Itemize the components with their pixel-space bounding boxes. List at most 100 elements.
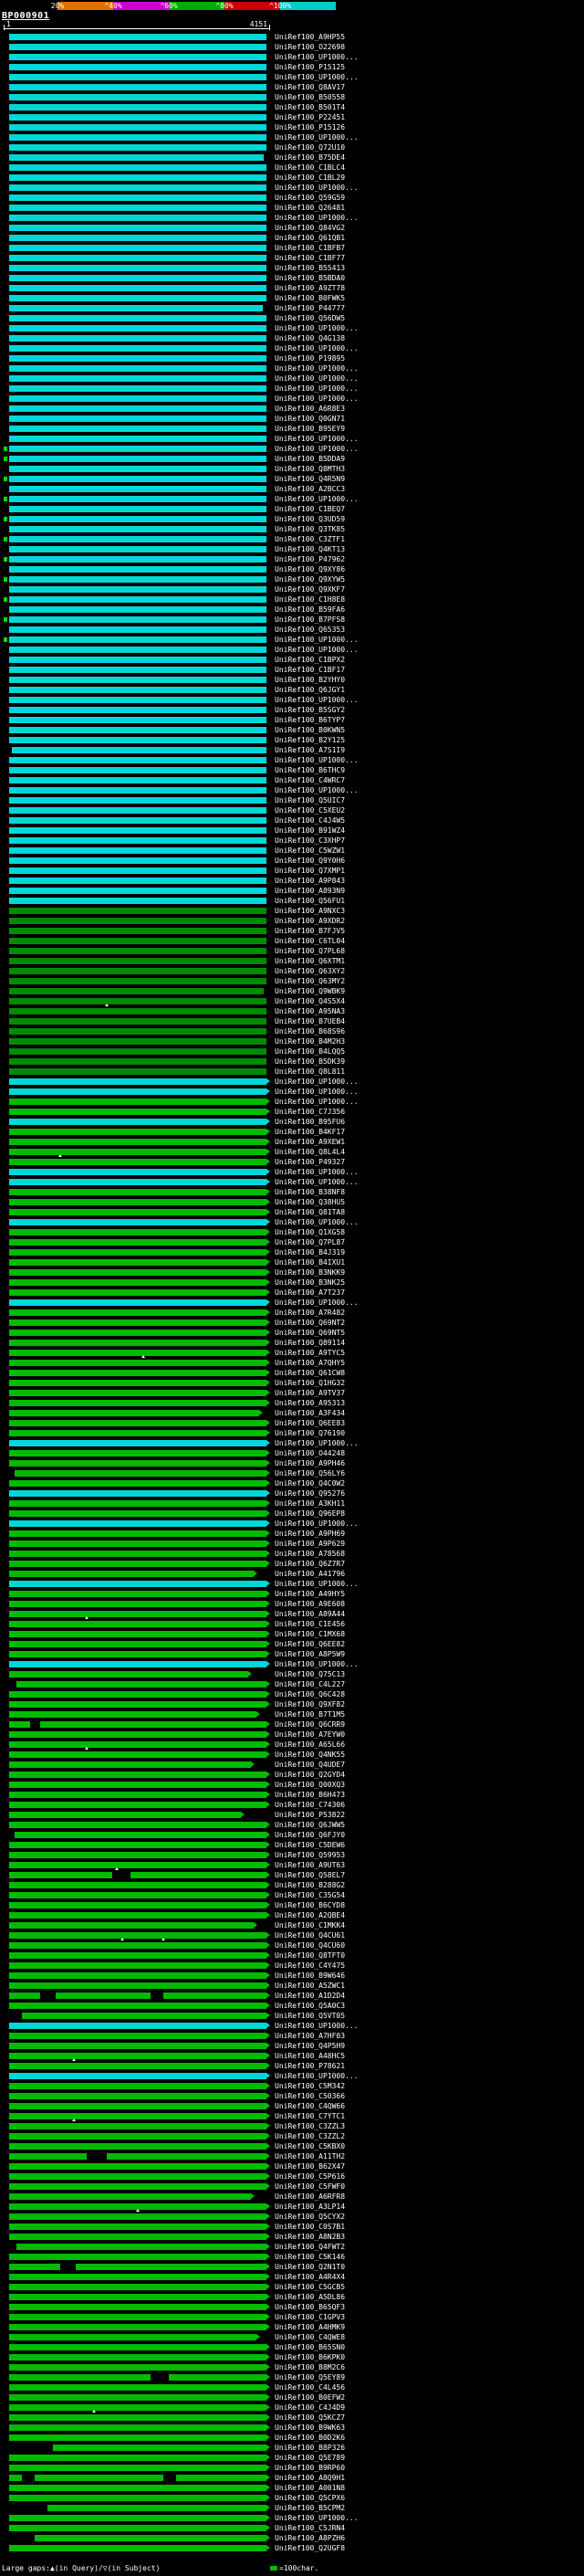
hit-label[interactable]: UniRef100_Q4NK55 <box>270 1750 345 1760</box>
hit-label[interactable]: UniRef100_C1BF17 <box>270 665 345 675</box>
hit-label[interactable]: UniRef100_C1MX68 <box>270 1629 345 1639</box>
alignment-bar[interactable] <box>9 1551 266 1557</box>
hit-label[interactable]: UniRef100_C5K146 <box>270 2252 345 2262</box>
alignment-bar[interactable] <box>9 2183 266 2190</box>
alignment-bar[interactable] <box>9 1782 266 1788</box>
hit-label[interactable]: UniRef100_A9PH69 <box>270 1529 345 1539</box>
hit-label[interactable]: UniRef100_Q9WBK9 <box>270 986 345 996</box>
hit-label[interactable]: UniRef100_P49327 <box>270 1157 345 1167</box>
hit-label[interactable]: UniRef100_C4J4D9 <box>270 2403 345 2413</box>
hit-label[interactable]: UniRef100_C1BF77 <box>270 253 345 263</box>
alignment-bar[interactable] <box>9 436 266 442</box>
alignment-bar[interactable] <box>9 2234 266 2240</box>
alignment-bar[interactable] <box>9 2434 266 2441</box>
alignment-bar[interactable] <box>9 2254 266 2260</box>
alignment-bar[interactable] <box>9 787 266 794</box>
alignment-bar[interactable] <box>163 1992 266 1999</box>
hit-label[interactable]: UniRef100_A41796 <box>270 1569 345 1579</box>
alignment-bar[interactable] <box>9 476 266 482</box>
alignment-bar[interactable] <box>9 164 266 171</box>
hit-label[interactable]: UniRef100_Q6XTM1 <box>270 956 345 966</box>
hit-label[interactable]: UniRef100_C3ZZL3 <box>270 2121 345 2131</box>
hit-label[interactable]: UniRef100_Q00XQ3 <box>270 1780 345 1790</box>
hit-label[interactable]: UniRef100_Q61QB1 <box>270 233 345 243</box>
hit-label[interactable]: UniRef100_C5DEW6 <box>270 1840 345 1850</box>
alignment-bar[interactable] <box>9 426 266 432</box>
hit-label[interactable]: UniRef100_A9TYC5 <box>270 1348 345 1358</box>
alignment-bar[interactable] <box>9 2304 266 2310</box>
hit-label[interactable]: UniRef100_Q4CU61 <box>270 1930 345 1940</box>
hit-label[interactable]: UniRef100_UP1000... <box>270 213 359 223</box>
hit-label[interactable]: UniRef100_Q61CW8 <box>270 1368 345 1378</box>
hit-label[interactable]: UniRef100_A2QBE4 <box>270 1910 345 1920</box>
alignment-bar[interactable] <box>9 667 266 673</box>
hit-label[interactable]: UniRef100_Q8TFT0 <box>270 1950 345 1961</box>
alignment-bar[interactable] <box>9 1741 266 1748</box>
alignment-bar[interactable] <box>9 305 263 311</box>
hit-label[interactable]: UniRef100_A3F434 <box>270 1408 345 1418</box>
alignment-bar[interactable] <box>9 2475 22 2481</box>
alignment-bar[interactable] <box>9 1078 266 1085</box>
hit-label[interactable]: UniRef100_A9UT63 <box>270 1860 345 1870</box>
alignment-bar[interactable] <box>9 847 266 854</box>
alignment-bar[interactable] <box>9 1962 266 1969</box>
hit-label[interactable]: UniRef100_P44777 <box>270 303 345 313</box>
hit-label[interactable]: UniRef100_B59FA6 <box>270 605 345 615</box>
alignment-bar[interactable] <box>9 1490 266 1497</box>
hit-label[interactable]: UniRef100_Q8MTH3 <box>270 464 345 474</box>
hit-label[interactable]: UniRef100_C5KBX0 <box>270 2141 345 2151</box>
hit-label[interactable]: UniRef100_UP1000... <box>270 444 359 454</box>
hit-label[interactable]: UniRef100_UP1000... <box>270 1097 359 1107</box>
hit-label[interactable]: UniRef100_C5FWF0 <box>270 2182 345 2192</box>
hit-label[interactable]: UniRef100_B5DK39 <box>270 1057 345 1067</box>
hit-label[interactable]: UniRef100_B7FJV5 <box>270 926 345 936</box>
alignment-bar[interactable] <box>22 2013 266 2019</box>
alignment-bar[interactable] <box>9 1882 266 1888</box>
alignment-bar[interactable] <box>9 2424 266 2431</box>
hit-label[interactable]: UniRef100_B2YHY0 <box>270 675 345 685</box>
hit-label[interactable]: UniRef100_Q2N1T0 <box>270 2262 345 2272</box>
hit-label[interactable]: UniRef100_Q5A0C3 <box>270 2001 345 2011</box>
alignment-bar[interactable] <box>15 1470 266 1477</box>
alignment-bar[interactable] <box>9 1289 266 1296</box>
alignment-bar[interactable] <box>9 1259 266 1266</box>
hit-label[interactable]: UniRef100_UP1000... <box>270 2071 359 2081</box>
alignment-bar[interactable] <box>9 2334 256 2340</box>
hit-label[interactable]: UniRef100_C1GPV3 <box>270 2312 345 2322</box>
hit-label[interactable]: UniRef100_A5ZWC1 <box>270 1981 345 1991</box>
hit-label[interactable]: UniRef100_B2Y125 <box>270 735 345 745</box>
hit-label[interactable]: UniRef100_A6R8E3 <box>270 404 345 414</box>
alignment-bar[interactable] <box>9 255 266 261</box>
hit-label[interactable]: UniRef100_B9WK63 <box>270 2423 345 2433</box>
hit-label[interactable]: UniRef100_A2BCC3 <box>270 484 345 494</box>
alignment-bar[interactable] <box>9 626 266 633</box>
hit-label[interactable]: UniRef100_A78568 <box>270 1549 345 1559</box>
hit-label[interactable]: UniRef100_A8N2B3 <box>270 2232 345 2242</box>
alignment-bar[interactable] <box>9 1099 266 1105</box>
alignment-bar[interactable] <box>12 747 266 753</box>
alignment-bar[interactable] <box>9 2043 266 2049</box>
alignment-bar[interactable] <box>9 1309 266 1316</box>
alignment-bar[interactable] <box>9 2515 266 2521</box>
alignment-bar[interactable] <box>9 1802 266 1808</box>
hit-label[interactable]: UniRef100_A95313 <box>270 1398 345 1408</box>
hit-label[interactable]: UniRef100_Q2UGF8 <box>270 2543 345 2553</box>
alignment-bar[interactable] <box>9 1982 266 1989</box>
hit-label[interactable]: UniRef100_Q4UDE7 <box>270 1760 345 1770</box>
hit-label[interactable]: UniRef100_Q6CRR9 <box>270 1719 345 1730</box>
hit-label[interactable]: UniRef100_Q56DW5 <box>270 313 345 323</box>
alignment-bar[interactable] <box>107 2153 266 2160</box>
hit-label[interactable]: UniRef100_A8P5W9 <box>270 1649 345 1659</box>
hit-label[interactable]: UniRef100_Q9XY86 <box>270 564 345 574</box>
alignment-bar[interactable] <box>9 2545 266 2551</box>
alignment-bar[interactable] <box>9 757 266 763</box>
alignment-bar[interactable] <box>9 1661 266 1667</box>
hit-label[interactable]: UniRef100_B5SGY2 <box>270 705 345 715</box>
hit-label[interactable]: UniRef100_Q5VT05 <box>270 2011 345 2021</box>
alignment-bar[interactable] <box>9 687 266 693</box>
alignment-bar[interactable] <box>9 797 266 804</box>
hit-label[interactable]: UniRef100_C74306 <box>270 1800 345 1810</box>
alignment-bar[interactable] <box>9 1460 266 1467</box>
alignment-bar[interactable] <box>9 807 266 814</box>
alignment-bar[interactable] <box>9 1279 266 1286</box>
